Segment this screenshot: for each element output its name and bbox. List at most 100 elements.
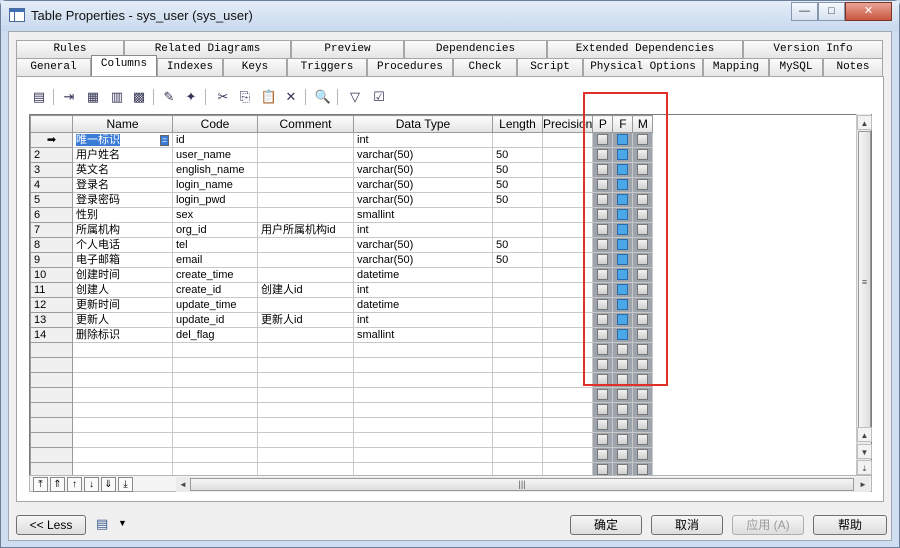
cell-type[interactable]: datetime: [353, 297, 493, 313]
selected-cell-text[interactable]: 唯一标识: [76, 133, 120, 146]
ok-button[interactable]: 确定: [570, 515, 642, 535]
mandatory-checkbox[interactable]: [637, 419, 649, 431]
cell-code[interactable]: create_time: [172, 267, 258, 283]
cell-comment[interactable]: [257, 252, 354, 268]
cell-length[interactable]: [492, 357, 543, 373]
cell-comment[interactable]: [257, 147, 354, 163]
cell-length[interactable]: [492, 132, 543, 148]
cell-code[interactable]: login_name: [172, 177, 258, 193]
copy-icon[interactable]: ⎘: [235, 87, 255, 107]
cell-name[interactable]: 创建人: [72, 282, 173, 298]
cell-comment[interactable]: [257, 357, 354, 373]
cell-comment[interactable]: [257, 267, 354, 283]
cell-type[interactable]: [353, 357, 493, 373]
row-number[interactable]: 2: [30, 147, 73, 163]
scroll-bottom-button[interactable]: ⤓: [857, 460, 872, 475]
cell-length[interactable]: 50: [492, 252, 543, 268]
table-row[interactable]: ➡ 唯一标识 = id int: [30, 132, 654, 148]
cell-length[interactable]: 50: [492, 147, 543, 163]
cell-type[interactable]: int: [353, 222, 493, 238]
maximize-button[interactable]: □: [818, 2, 845, 21]
row-number[interactable]: [30, 357, 73, 373]
move-up-button[interactable]: ↑: [67, 477, 82, 492]
cell-comment[interactable]: [257, 237, 354, 253]
tab-check[interactable]: Check: [453, 58, 517, 76]
tab-physical-options[interactable]: Physical Options: [583, 58, 703, 76]
mandatory-checkbox[interactable]: [637, 389, 649, 401]
cell-type[interactable]: varchar(50): [353, 177, 493, 193]
paste-icon[interactable]: 📋: [259, 87, 279, 107]
cell-type[interactable]: int: [353, 312, 493, 328]
row-number[interactable]: ➡: [30, 132, 73, 148]
cancel-button[interactable]: 取消: [651, 515, 723, 535]
foreign-checkbox[interactable]: [617, 464, 629, 476]
cell-type[interactable]: varchar(50): [353, 237, 493, 253]
cell-code[interactable]: update_time: [172, 297, 258, 313]
cell-comment[interactable]: [257, 132, 354, 148]
cell-comment[interactable]: [257, 207, 354, 223]
tab-extended-dependencies[interactable]: Extended Dependencies: [547, 40, 743, 58]
cell-ellipsis-button[interactable]: =: [160, 134, 169, 146]
tab-procedures[interactable]: Procedures: [367, 58, 453, 76]
scroll-thumb[interactable]: ≡: [858, 131, 871, 439]
cell-name[interactable]: 电子邮箱: [72, 252, 173, 268]
cell-code[interactable]: sex: [172, 207, 258, 223]
cell-name[interactable]: [72, 447, 173, 463]
cell-comment[interactable]: [257, 402, 354, 418]
cell-precision[interactable]: [541, 387, 594, 403]
cell-type[interactable]: varchar(50): [353, 147, 493, 163]
cell-code[interactable]: [172, 402, 258, 418]
document-menu-icon[interactable]: ▤: [96, 516, 108, 532]
cell-length[interactable]: 50: [492, 177, 543, 193]
row-number[interactable]: 7: [30, 222, 73, 238]
cell-comment[interactable]: [257, 177, 354, 193]
table-row[interactable]: 10 创建时间 create_time datetime: [30, 267, 654, 283]
cell-length[interactable]: [492, 432, 543, 448]
row-number[interactable]: [30, 432, 73, 448]
cell-length[interactable]: 50: [492, 192, 543, 208]
cell-name[interactable]: 所属机构: [72, 222, 173, 238]
primary-checkbox[interactable]: [597, 434, 609, 446]
row-number[interactable]: [30, 402, 73, 418]
row-number[interactable]: [30, 387, 73, 403]
mandatory-checkbox[interactable]: [637, 434, 649, 446]
cell-name[interactable]: 创建时间: [72, 267, 173, 283]
cell-name[interactable]: [72, 417, 173, 433]
cell-comment[interactable]: [257, 387, 354, 403]
primary-checkbox[interactable]: [597, 419, 609, 431]
cell-code[interactable]: [172, 357, 258, 373]
vertical-scrollbar[interactable]: ▲ ≡ ▲ ▼ ⤓: [856, 114, 872, 477]
cell-comment[interactable]: [257, 372, 354, 388]
mandatory-checkbox[interactable]: [637, 404, 649, 416]
tab-triggers[interactable]: Triggers: [287, 58, 367, 76]
tab-general[interactable]: General: [16, 58, 91, 76]
close-button[interactable]: ✕: [845, 2, 892, 21]
cell-length[interactable]: [492, 327, 543, 343]
table-row[interactable]: [30, 402, 654, 418]
cell-name[interactable]: 登录名: [72, 177, 173, 193]
add-columns-icon[interactable]: ▥: [107, 87, 127, 107]
scroll-left-icon[interactable]: ◄: [176, 477, 190, 492]
primary-checkbox[interactable]: [597, 389, 609, 401]
chevron-down-icon[interactable]: ▼: [118, 518, 127, 528]
columns-grid[interactable]: Name Code Comment Data Type Length Preci…: [29, 114, 872, 477]
cell-code[interactable]: [172, 372, 258, 388]
scroll-up-arrow-button[interactable]: ▲: [857, 427, 872, 442]
title-bar[interactable]: Table Properties - sys_user (sys_user) —…: [1, 1, 899, 31]
cell-code[interactable]: [172, 447, 258, 463]
cell-name[interactable]: 唯一标识 =: [72, 132, 173, 148]
cell-length[interactable]: [492, 297, 543, 313]
table-row[interactable]: 9 电子邮箱 email varchar(50) 50: [30, 252, 654, 268]
cell-precision[interactable]: [541, 417, 594, 433]
cell-code[interactable]: id: [172, 132, 258, 148]
cell-name[interactable]: [72, 372, 173, 388]
row-number[interactable]: 10: [30, 267, 73, 283]
cell-type[interactable]: int: [353, 132, 493, 148]
move-page-down-button[interactable]: ⇓: [101, 477, 116, 492]
header-comment[interactable]: Comment: [257, 115, 354, 133]
cell-code[interactable]: english_name: [172, 162, 258, 178]
table-row[interactable]: 11 创建人 create_id 创建人id int: [30, 282, 654, 298]
cell-code[interactable]: [172, 432, 258, 448]
table-row[interactable]: [30, 432, 654, 448]
row-number[interactable]: [30, 372, 73, 388]
